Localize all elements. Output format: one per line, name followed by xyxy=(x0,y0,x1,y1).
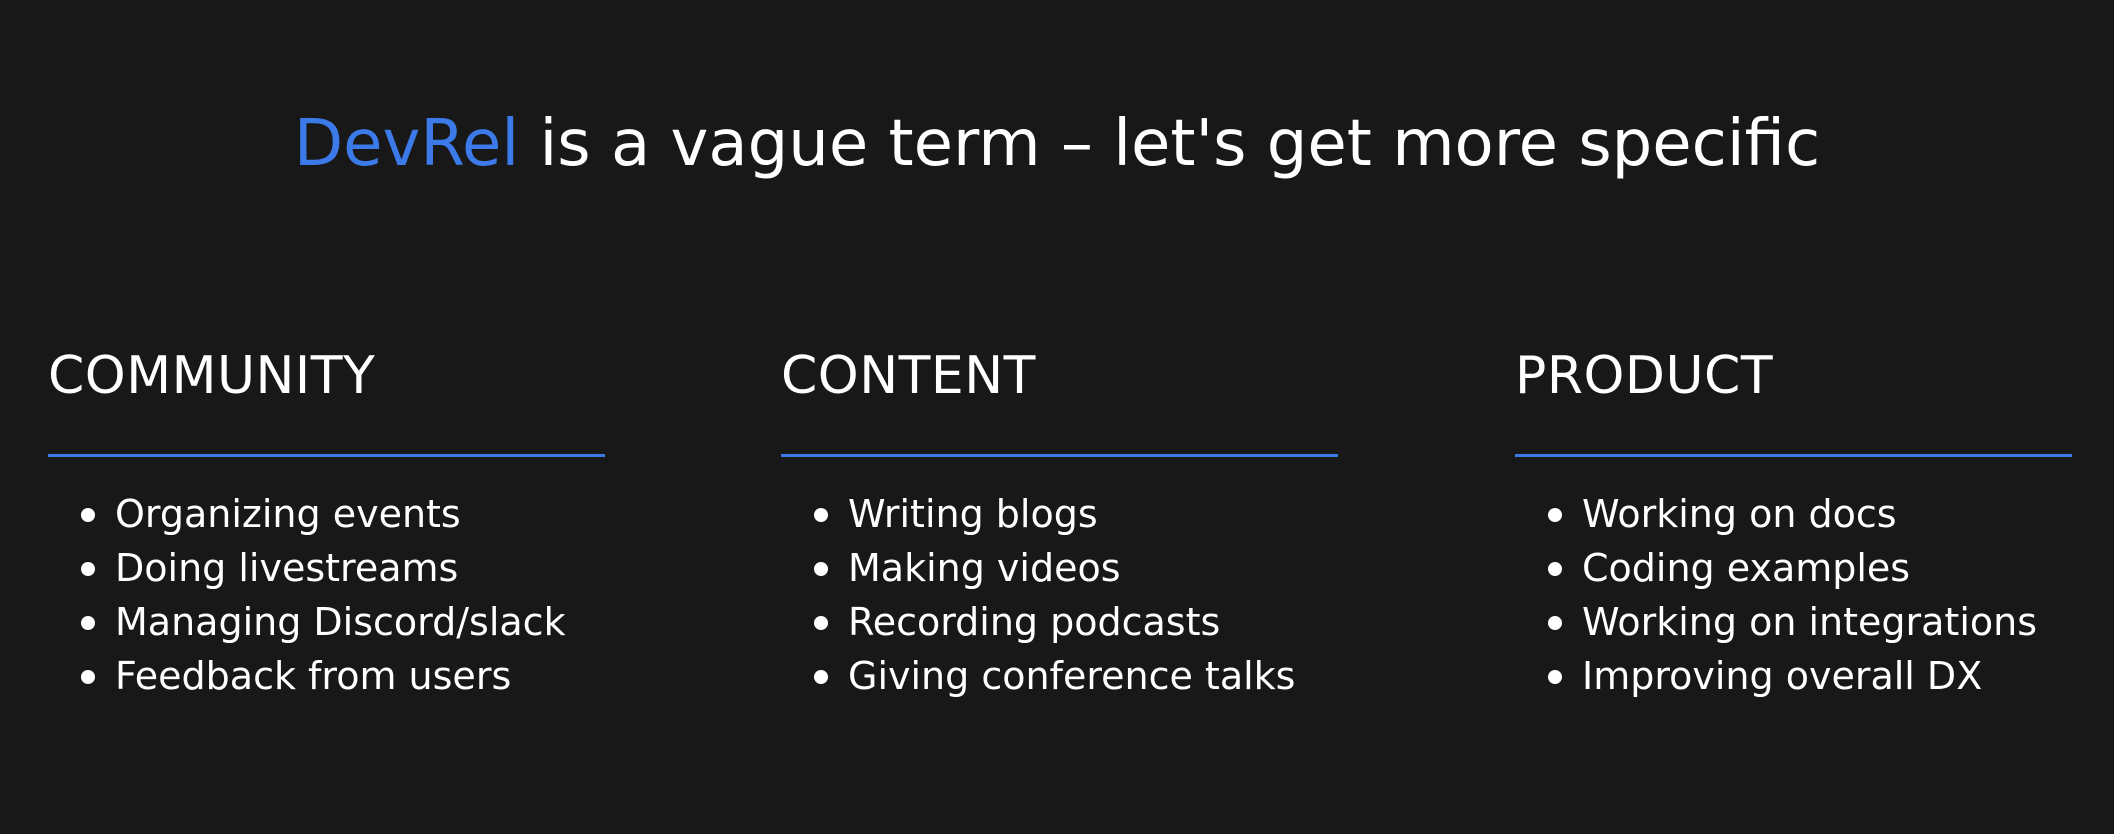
column-divider xyxy=(781,454,1338,457)
bullet-icon xyxy=(1548,616,1562,630)
bullet-icon xyxy=(814,670,828,684)
list-item: Giving conference talks xyxy=(781,649,1338,703)
column-community: COMMUNITY Organizing events Doing livest… xyxy=(48,340,605,703)
list-item-text: Working on docs xyxy=(1582,492,1897,536)
list-item: Managing Discord/slack xyxy=(48,595,605,649)
list-item-text: Writing blogs xyxy=(848,492,1098,536)
list-item: Working on docs xyxy=(1515,487,2072,541)
list-item: Improving overall DX xyxy=(1515,649,2072,703)
list-item-text: Doing livestreams xyxy=(115,546,459,590)
column-content: CONTENT Writing blogs Making videos Reco… xyxy=(781,340,1338,703)
list-item: Writing blogs xyxy=(781,487,1338,541)
bullet-icon xyxy=(814,562,828,576)
column-list: Organizing events Doing livestreams Mana… xyxy=(48,487,605,703)
list-item: Organizing events xyxy=(48,487,605,541)
list-item-text: Coding examples xyxy=(1582,546,1911,590)
bullet-icon xyxy=(1548,562,1562,576)
list-item-text: Giving conference talks xyxy=(848,654,1296,698)
column-divider xyxy=(48,454,605,457)
bullet-icon xyxy=(81,508,95,522)
list-item: Coding examples xyxy=(1515,541,2072,595)
bullet-icon xyxy=(81,562,95,576)
list-item: Feedback from users xyxy=(48,649,605,703)
list-item: Making videos xyxy=(781,541,1338,595)
list-item: Recording podcasts xyxy=(781,595,1338,649)
title-accent: DevRel xyxy=(293,107,520,181)
list-item-text: Improving overall DX xyxy=(1582,654,1983,698)
list-item-text: Recording podcasts xyxy=(848,600,1221,644)
column-heading: CONTENT xyxy=(781,346,1036,406)
slide-title: DevRel is a vague term – let's get more … xyxy=(0,102,2114,186)
list-item-text: Organizing events xyxy=(115,492,461,536)
list-item-text: Managing Discord/slack xyxy=(115,600,566,644)
bullet-icon xyxy=(814,616,828,630)
column-heading: PRODUCT xyxy=(1515,346,1774,406)
list-item-text: Working on integrations xyxy=(1582,600,2038,644)
slide: DevRel is a vague term – let's get more … xyxy=(0,0,2114,834)
bullet-icon xyxy=(814,508,828,522)
list-item-text: Making videos xyxy=(848,546,1121,590)
list-item-text: Feedback from users xyxy=(115,654,512,698)
column-divider xyxy=(1515,454,2072,457)
list-item: Doing livestreams xyxy=(48,541,605,595)
title-rest: is a vague term – let's get more specifi… xyxy=(519,107,1821,181)
list-item: Working on integrations xyxy=(1515,595,2072,649)
column-product: PRODUCT Working on docs Coding examples … xyxy=(1515,340,2072,703)
column-list: Writing blogs Making videos Recording po… xyxy=(781,487,1338,703)
bullet-icon xyxy=(81,670,95,684)
bullet-icon xyxy=(1548,670,1562,684)
column-heading: COMMUNITY xyxy=(48,346,376,406)
bullet-icon xyxy=(81,616,95,630)
column-list: Working on docs Coding examples Working … xyxy=(1515,487,2072,703)
bullet-icon xyxy=(1548,508,1562,522)
